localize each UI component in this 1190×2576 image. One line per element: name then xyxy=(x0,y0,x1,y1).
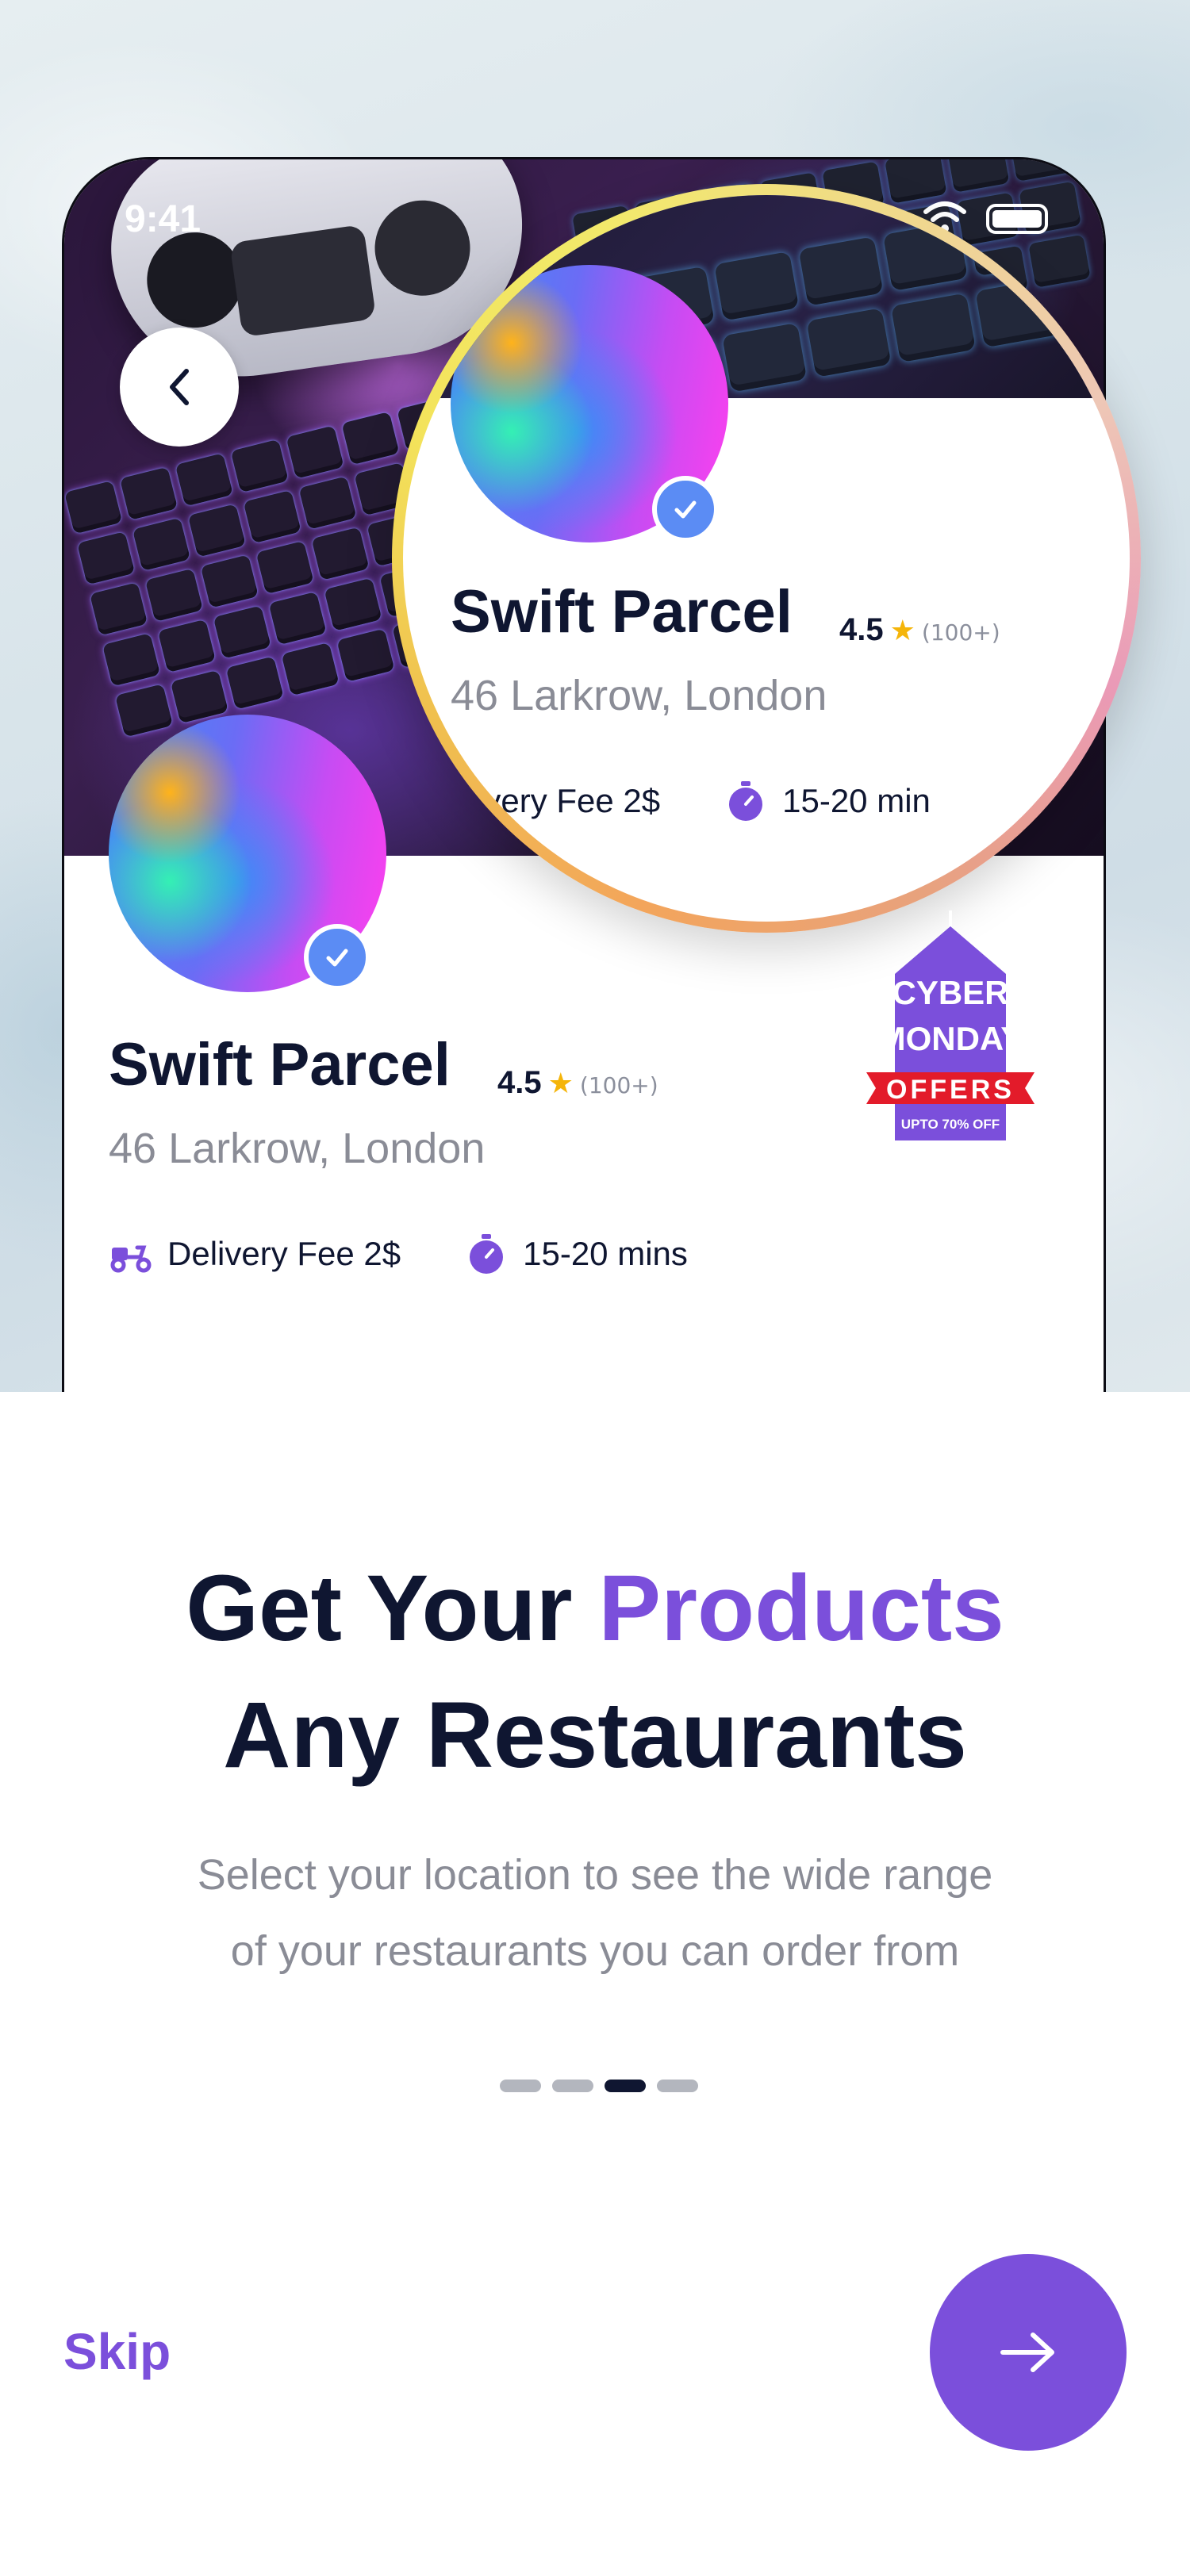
magnified-verified-badge xyxy=(652,476,719,542)
magnified-rating: 4.5 ★ (100+) xyxy=(839,612,1000,648)
magnified-delivery-info: Delivery Fee 2$ 15-20 min xyxy=(427,779,931,823)
stopwatch-icon xyxy=(724,779,768,823)
headline-part1: Get Your xyxy=(186,1556,599,1661)
page-dot-2 xyxy=(552,2080,593,2092)
hero-illustration: 9:41 Swift Parcel 4.5 ★ (100+) 46 Larkro… xyxy=(0,0,1190,1392)
headline-line2: Any Restaurants xyxy=(223,1683,967,1788)
checkmark-icon xyxy=(326,949,348,967)
tag-line2: MONDAY xyxy=(878,1020,1023,1057)
tag-line1: CYBER xyxy=(892,974,1008,1011)
verified-badge xyxy=(304,924,370,991)
page-dot-4 xyxy=(657,2080,698,2092)
magnified-restaurant-name: Swift Parcel xyxy=(451,578,793,646)
rating-value: 4.5 xyxy=(497,1065,542,1100)
magnified-rating-value: 4.5 xyxy=(839,612,884,647)
checkmark-icon xyxy=(674,500,697,519)
stopwatch-icon xyxy=(464,1232,509,1276)
delivery-fee: Delivery Fee 2$ xyxy=(167,1235,401,1272)
page-indicator xyxy=(500,2080,698,2092)
tag-line3: OFFERS xyxy=(886,1075,1015,1105)
back-button[interactable] xyxy=(120,328,239,447)
magnified-delivery-fee: Delivery Fee 2$ xyxy=(427,782,661,819)
star-icon: ★ xyxy=(547,1068,574,1100)
next-button[interactable] xyxy=(930,2254,1127,2451)
subtitle-line2: of your restaurants you can order from xyxy=(230,1927,960,1975)
magnified-address: 46 Larkrow, London xyxy=(451,672,827,719)
page-dot-3 xyxy=(605,2080,646,2092)
scooter-icon xyxy=(109,1232,153,1276)
cyber-monday-tag: CYBER MONDAY OFFERS UPTO 70% OFF xyxy=(866,910,1035,1140)
rating: 4.5 ★ (100+) xyxy=(497,1065,658,1101)
restaurant-address: 46 Larkrow, London xyxy=(109,1125,486,1172)
onboarding-subtitle: Select your location to see the wide ran… xyxy=(0,1837,1190,1989)
page-dot-1 xyxy=(500,2080,541,2092)
tag-line4: UPTO 70% OFF xyxy=(901,1117,1000,1132)
arrow-right-icon xyxy=(1000,2333,1054,2372)
magnifier-lens: Swift Parcel 4.5 ★ (100+) 46 Larkrow, Lo… xyxy=(392,184,1141,933)
onboarding-headline: Get Your Products Any Restaurants xyxy=(0,1545,1190,1799)
delivery-info: Delivery Fee 2$ 15-20 mins xyxy=(109,1232,688,1276)
magnified-rating-count: (100+) xyxy=(921,619,1000,646)
skip-button[interactable]: Skip xyxy=(63,2322,171,2381)
restaurant-name: Swift Parcel xyxy=(109,1031,451,1098)
magnified-delivery-time: 15-20 min xyxy=(782,782,931,819)
rating-count: (100+) xyxy=(579,1072,658,1098)
star-icon: ★ xyxy=(889,615,916,647)
chevron-left-icon xyxy=(170,369,189,405)
status-time: 9:41 xyxy=(125,198,202,240)
subtitle-line1: Select your location to see the wide ran… xyxy=(197,1851,993,1899)
headline-accent: Products xyxy=(598,1556,1004,1661)
delivery-time: 15-20 mins xyxy=(523,1235,688,1272)
